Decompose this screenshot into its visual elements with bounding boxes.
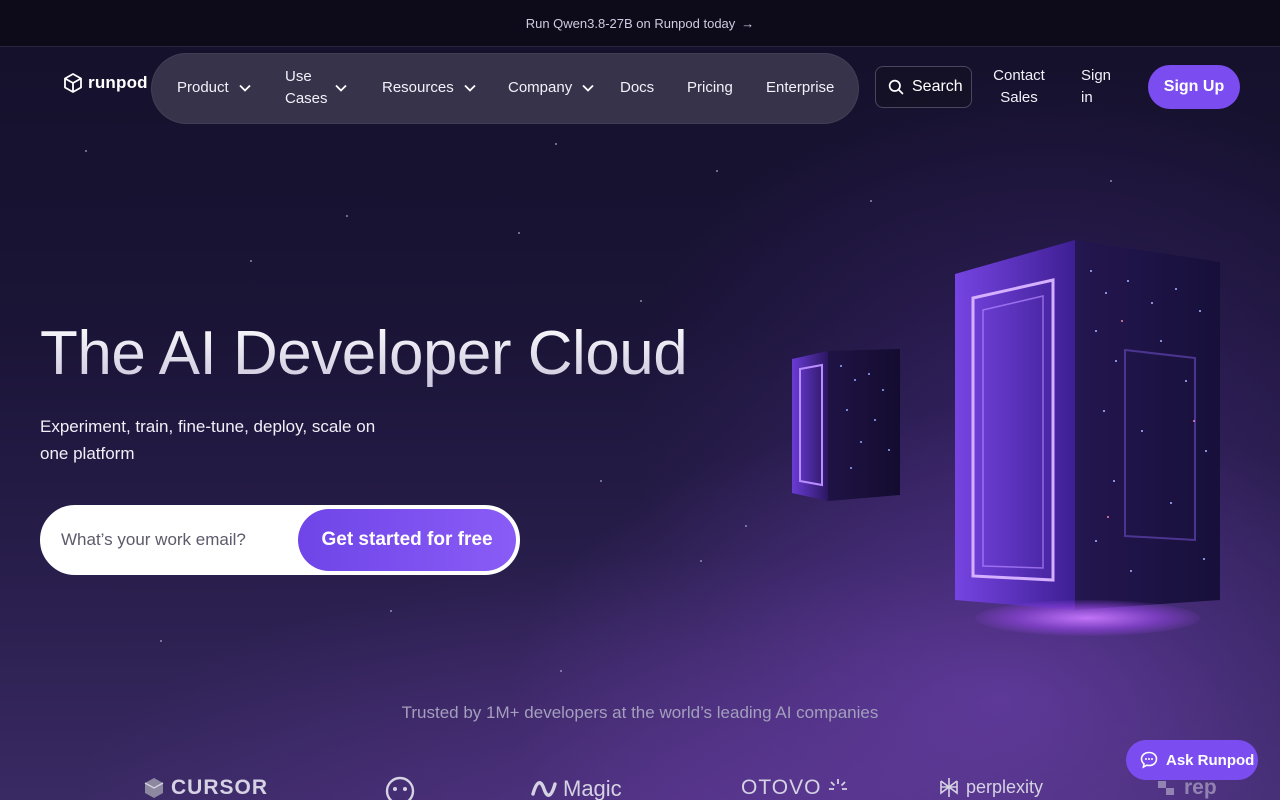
star — [85, 150, 87, 152]
mascot-logo — [383, 776, 417, 800]
star — [160, 640, 162, 642]
star — [745, 525, 747, 527]
get-started-button[interactable]: Get started for free — [298, 509, 516, 571]
star — [560, 670, 562, 672]
nav-resources[interactable]: Resources — [382, 77, 476, 99]
star — [1110, 180, 1112, 182]
ask-runpod-chat-button[interactable]: Ask Runpod — [1126, 740, 1258, 780]
contact-sales-link[interactable]: Contact Sales — [990, 65, 1048, 109]
sun-rays-icon — [829, 779, 848, 790]
cursor-cube-icon — [144, 778, 164, 798]
perplexity-icon — [940, 778, 958, 797]
chevron-down-icon — [464, 84, 476, 92]
star — [700, 560, 702, 562]
perplexity-logo: perplexity — [938, 776, 1043, 798]
star — [390, 610, 392, 612]
chevron-down-icon — [335, 84, 347, 92]
rep-blocks-icon — [1158, 781, 1174, 795]
otovo-logo: OTOVO — [741, 776, 849, 800]
nav-pricing[interactable]: Pricing — [687, 77, 733, 99]
logo-label: Magic — [563, 776, 622, 800]
chevron-down-icon — [239, 84, 251, 92]
hero-subtitle: Experiment, train, fine-tune, deploy, sc… — [40, 417, 376, 463]
star — [518, 232, 520, 234]
hero-title: The AI Developer Cloud — [40, 319, 688, 388]
customer-logos: CURSOR Magic OTOVO perplexity rep — [0, 772, 1280, 800]
search-icon — [888, 79, 904, 95]
brand-name: runpod — [88, 73, 148, 92]
nav-label: Resources — [382, 79, 454, 96]
star — [250, 260, 252, 262]
logo-label: perplexity — [966, 776, 1044, 797]
nav-label: Pricing — [687, 79, 733, 96]
work-email-input[interactable] — [43, 508, 293, 572]
nav-use-cases[interactable]: Use Cases — [285, 66, 347, 110]
star — [640, 300, 642, 302]
nav-label: Product — [177, 79, 229, 96]
star — [346, 215, 348, 217]
nav-label: Use Cases — [285, 68, 328, 107]
sign-in-link[interactable]: Sign in — [1081, 65, 1117, 109]
nav-label: Enterprise — [766, 79, 835, 96]
gpu-server-illustration — [955, 240, 1220, 610]
main-navigation — [151, 53, 859, 124]
nav-label: Docs — [620, 79, 655, 96]
chat-bubble-icon — [1140, 751, 1158, 769]
star — [716, 170, 718, 172]
nav-enterprise[interactable]: Enterprise — [766, 77, 834, 99]
nav-company[interactable]: Company — [508, 77, 594, 99]
announcement-text[interactable]: Run Qwen3.8-27B on Runpod today — [526, 16, 736, 31]
star — [870, 200, 872, 202]
trusted-by-text: Trusted by 1M+ developers at the world’s… — [401, 703, 879, 722]
runpod-cube-icon — [64, 73, 82, 93]
announcement-bar[interactable]: Run Qwen3.8-27B on Runpod today → — [0, 0, 1280, 47]
cursor-logo: CURSOR — [143, 776, 268, 800]
arrow-right-icon: → — [741, 15, 755, 31]
chevron-down-icon — [582, 84, 594, 92]
logo-label: CURSOR — [171, 776, 269, 799]
nav-label: Company — [508, 79, 573, 96]
server-glow — [975, 600, 1200, 636]
gpu-server-illustration — [792, 349, 900, 501]
magic-logo: Magic — [531, 776, 622, 800]
search-button[interactable]: Search — [875, 66, 972, 108]
star — [555, 143, 557, 145]
signup-form: Get started for free — [40, 505, 520, 575]
mascot-icon — [385, 776, 415, 800]
runpod-logo[interactable]: runpod — [64, 73, 148, 93]
nav-product[interactable]: Product — [177, 77, 251, 99]
chat-label: Ask Runpod — [1166, 751, 1255, 769]
sign-up-button[interactable]: Sign Up — [1148, 65, 1240, 109]
search-label: Search — [912, 78, 963, 95]
nav-docs[interactable]: Docs — [620, 77, 654, 99]
star — [600, 480, 602, 482]
logo-label: OTOVO — [741, 776, 822, 799]
magic-wave-icon — [531, 781, 557, 797]
